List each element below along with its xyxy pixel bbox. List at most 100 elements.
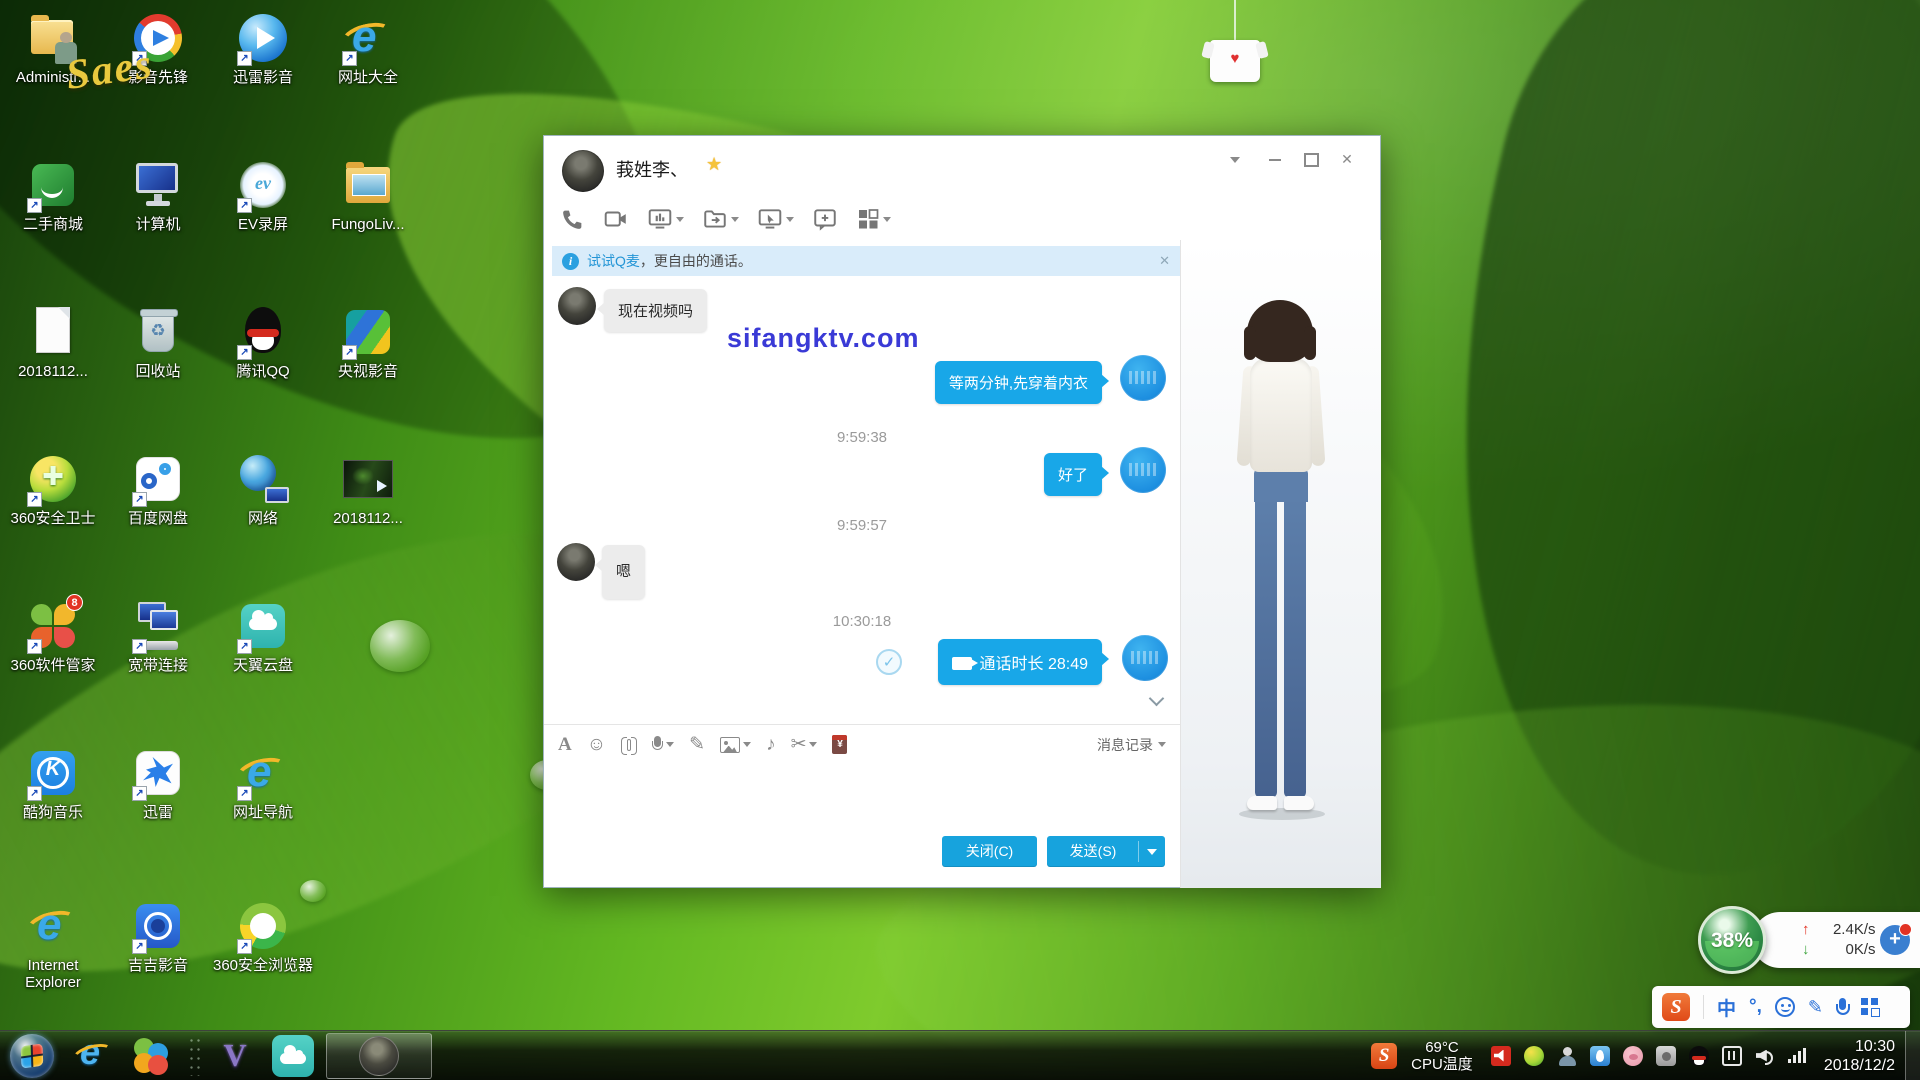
taskbar-cloud-button[interactable]: [266, 1033, 320, 1079]
send-image-icon[interactable]: [720, 737, 751, 753]
sogou-logo-icon[interactable]: S: [1662, 993, 1690, 1021]
show-desktop-button[interactable]: [1905, 1031, 1920, 1080]
power-plug-tray-icon[interactable]: [1722, 1046, 1742, 1066]
desktop-icon-7[interactable]: FungoLiv...: [317, 157, 419, 233]
desktop-icon-11[interactable]: 央视影音: [317, 304, 419, 380]
taskbar-ie-button[interactable]: e: [66, 1033, 120, 1079]
font-style-icon[interactable]: A: [558, 734, 572, 756]
shortcut-arrow-icon: [342, 51, 357, 66]
red-packet-icon[interactable]: [832, 735, 847, 754]
self-avatar[interactable]: [1120, 355, 1166, 401]
voice-call-icon[interactable]: [560, 207, 585, 232]
sogou-tray-icon[interactable]: S: [1371, 1043, 1397, 1069]
desktop-icon-14[interactable]: 网络: [212, 451, 314, 527]
self-avatar[interactable]: [1122, 635, 1168, 681]
message-input[interactable]: [544, 764, 1180, 832]
close-chat-button[interactable]: 关闭(C): [942, 836, 1037, 867]
desktop-icon-21[interactable]: e网址导航: [212, 745, 314, 821]
handwriting-icon[interactable]: ✎: [689, 733, 705, 756]
desktop-icon-3[interactable]: e网址大全: [317, 10, 419, 86]
desktop-icon-2[interactable]: 迅雷影音: [212, 10, 314, 86]
blue-app-tray-icon[interactable]: [1590, 1046, 1610, 1066]
create-group-icon[interactable]: [812, 206, 838, 232]
window-options-icon[interactable]: [1222, 148, 1248, 170]
maximize-icon[interactable]: [1298, 148, 1324, 170]
taskbar-active-chat-button[interactable]: [326, 1033, 432, 1079]
camera-gray-tray-icon[interactable]: [1656, 1046, 1676, 1066]
voice-message-icon[interactable]: [652, 736, 674, 753]
desktop-icon-label: 回收站: [107, 363, 209, 380]
user-tray-icon[interactable]: [1557, 1046, 1577, 1066]
desktop-icon-5[interactable]: 计算机: [107, 157, 209, 233]
desktop-icon-19[interactable]: 酷狗音乐: [2, 745, 104, 821]
desktop-icon-label: 宽带连接: [107, 657, 209, 674]
speaker-tray-icon[interactable]: [1755, 1046, 1775, 1066]
network-speed-widget[interactable]: ↑2.4K/s ↓0K/s +: [1752, 912, 1920, 968]
ime-chinese-mode[interactable]: 中: [1717, 994, 1736, 1021]
desktop-icon-6[interactable]: evEV录屏: [212, 157, 314, 233]
desktop-icon-23[interactable]: 吉吉影音: [107, 898, 209, 974]
window-shake-icon[interactable]: [621, 736, 637, 754]
peer-avatar[interactable]: [558, 287, 596, 325]
memory-ball-widget[interactable]: 38%: [1698, 906, 1766, 974]
screenshot-scissors-icon[interactable]: ✂: [791, 733, 818, 756]
tianyi-icon: [235, 598, 291, 654]
ie-icon: e: [235, 745, 291, 801]
banner-close-icon[interactable]: ✕: [1159, 253, 1170, 269]
desktop-icon-label: FungoLiv...: [317, 216, 419, 233]
pig-tray-icon[interactable]: [1623, 1046, 1643, 1066]
taskbar-vplayer-button[interactable]: V: [208, 1033, 262, 1079]
self-avatar[interactable]: [1120, 447, 1166, 493]
star-icon[interactable]: ★: [706, 154, 722, 175]
desktop-icon-4[interactable]: 二手商城: [2, 157, 104, 233]
desktop-icon-15[interactable]: 2018112...: [317, 451, 419, 527]
cpu-temp-indicator[interactable]: 69°C CPU温度: [1411, 1039, 1473, 1073]
accelerate-plus-button[interactable]: +: [1880, 925, 1910, 955]
screen-share-icon[interactable]: [647, 206, 684, 232]
desktop-icon-9[interactable]: 回收站: [107, 304, 209, 380]
close-icon[interactable]: [1334, 148, 1360, 170]
desktop-icon-18[interactable]: 天翼云盘: [212, 598, 314, 674]
desktop-icon-22[interactable]: eInternet Explorer: [2, 898, 104, 991]
desktop-icon-13[interactable]: 百度网盘: [107, 451, 209, 527]
message-history-button[interactable]: 消息记录: [1097, 735, 1166, 755]
signal-bars-tray-icon[interactable]: [1788, 1046, 1808, 1066]
desktop-icon-8[interactable]: 2018112...: [2, 304, 104, 380]
emoticon-icon[interactable]: ☺: [587, 734, 606, 756]
qmai-link[interactable]: 试试Q麦: [587, 251, 640, 271]
peer-avatar[interactable]: [562, 150, 604, 192]
desktop-icon-label: 网络: [212, 510, 314, 527]
peer-avatar[interactable]: [557, 543, 595, 581]
music-share-icon[interactable]: ♪: [766, 734, 776, 756]
ime-punctuation-icon[interactable]: °,: [1749, 996, 1762, 1018]
desktop-icon-label: 360软件管家: [2, 657, 104, 674]
desktop-icon-20[interactable]: 迅雷: [107, 745, 209, 821]
send-button[interactable]: 发送(S): [1047, 836, 1165, 867]
window-titlebar[interactable]: 莪姓李、 ★: [544, 136, 1380, 196]
desktop-icon-10[interactable]: 腾讯QQ: [212, 304, 314, 380]
send-options-icon[interactable]: [1147, 849, 1157, 855]
ime-emoji-icon[interactable]: [1775, 997, 1795, 1017]
video-call-icon[interactable]: [603, 206, 629, 232]
ime-voice-icon[interactable]: [1836, 998, 1848, 1017]
hanging-shirt-widget[interactable]: ♥: [1200, 0, 1270, 100]
360-shield-tray-icon[interactable]: [1524, 1046, 1544, 1066]
desktop-icon-24[interactable]: 360安全浏览器: [212, 898, 314, 974]
start-button[interactable]: [10, 1034, 54, 1078]
red-megaphone-tray-icon[interactable]: [1491, 1046, 1511, 1066]
app-box-icon[interactable]: [856, 207, 891, 231]
send-file-icon[interactable]: [702, 206, 739, 232]
ime-handwrite-icon[interactable]: ✎: [1808, 997, 1823, 1018]
qq-penguin-tray-icon[interactable]: [1689, 1046, 1709, 1066]
desktop-icon-16[interactable]: 8360软件管家: [2, 598, 104, 674]
taskbar-sogou-browser-button[interactable]: [124, 1033, 178, 1079]
ime-toolbox-icon[interactable]: [1861, 998, 1879, 1016]
remote-desktop-icon[interactable]: [757, 206, 794, 232]
minimize-icon[interactable]: [1262, 148, 1288, 170]
qq-show-panel[interactable]: [1180, 240, 1381, 888]
scroll-to-bottom-icon[interactable]: [1148, 693, 1166, 707]
taskbar-clock[interactable]: 10:30 2018/12/2: [1824, 1037, 1895, 1075]
desktop-icon-17[interactable]: 宽带连接: [107, 598, 209, 674]
cpu-temp-value: 69°C: [1411, 1039, 1473, 1056]
desktop-icon-12[interactable]: 360安全卫士: [2, 451, 104, 527]
